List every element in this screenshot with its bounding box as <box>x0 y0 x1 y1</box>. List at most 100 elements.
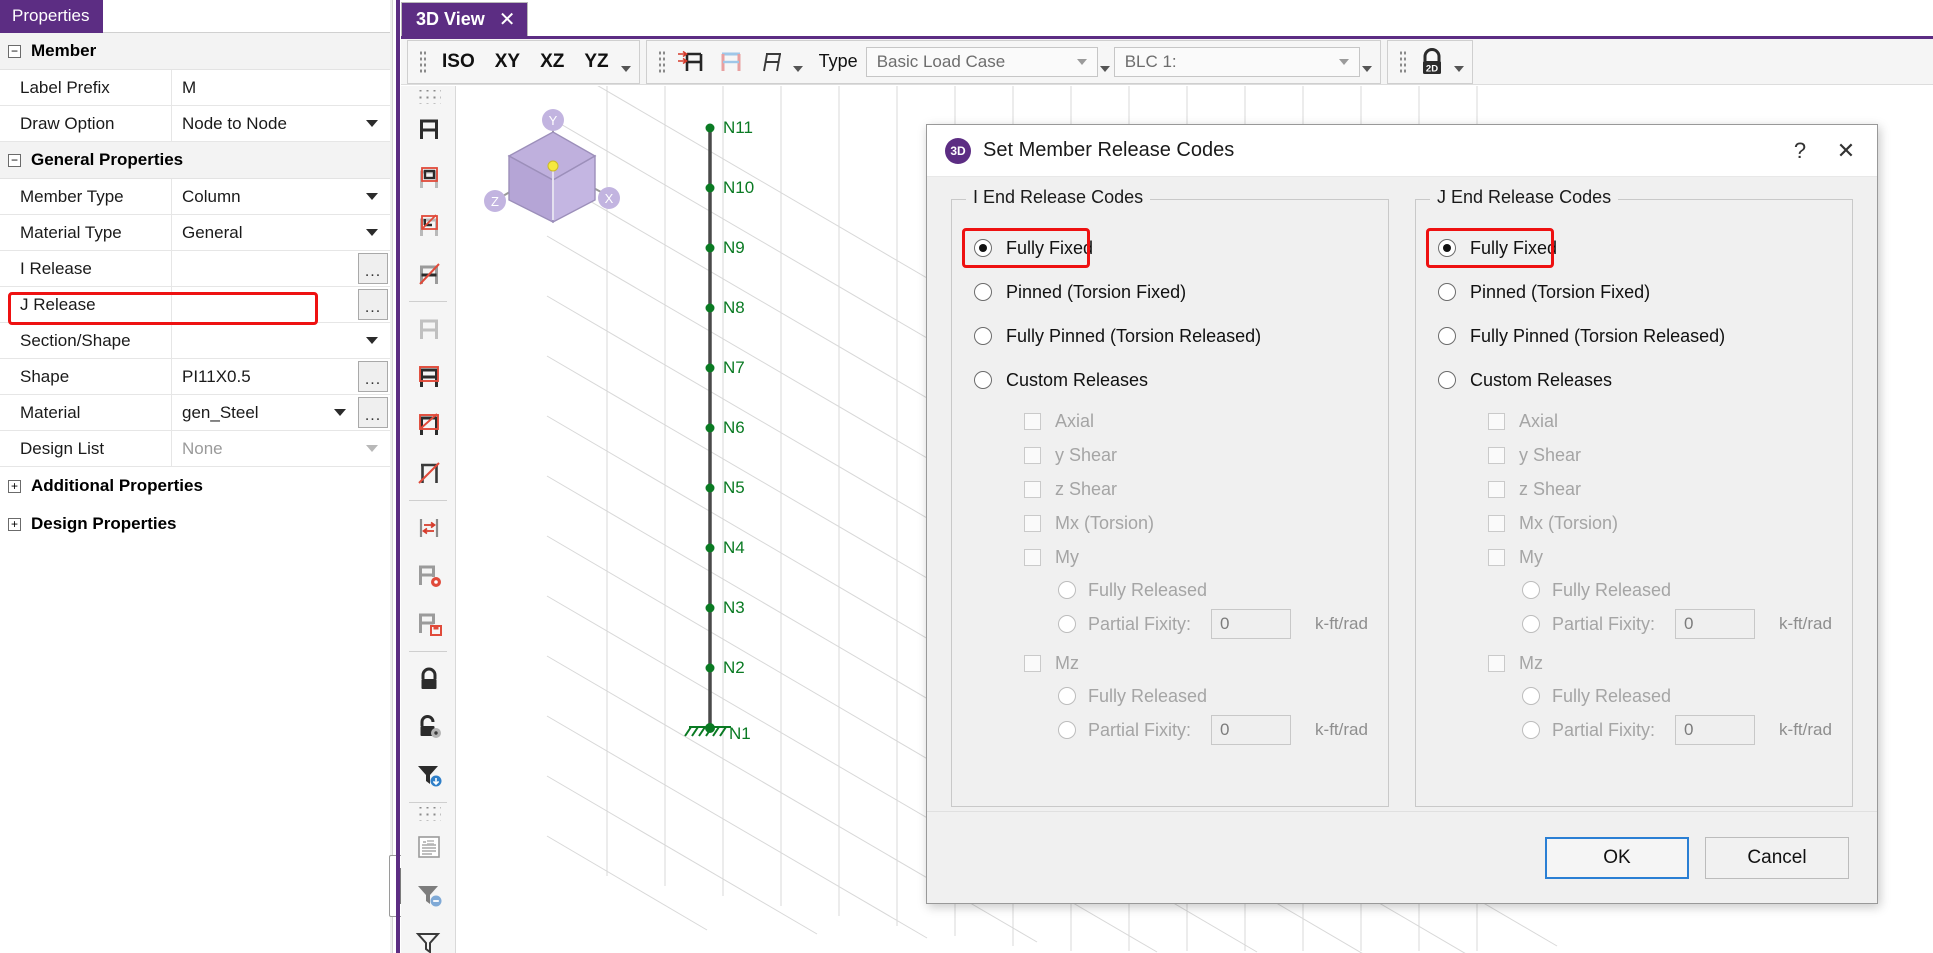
chevron-down-icon[interactable] <box>366 337 378 344</box>
radio-icon[interactable] <box>974 327 992 345</box>
collapse-icon[interactable]: − <box>8 45 21 58</box>
chevron-down-icon[interactable] <box>366 193 378 200</box>
i-end-option-custom-releases[interactable]: Custom Releases <box>952 358 1388 402</box>
overflow-chevron-icon[interactable] <box>621 66 631 72</box>
shape-ellipsis-button[interactable]: ... <box>358 361 388 392</box>
radio-icon[interactable] <box>974 239 992 257</box>
property-row-draw-option[interactable]: Draw Option Node to Node <box>0 106 390 142</box>
radio-icon[interactable] <box>974 283 992 301</box>
chevron-down-icon[interactable] <box>334 409 346 416</box>
i-release-ellipsis-button[interactable]: ... <box>358 253 388 284</box>
property-value[interactable]: General <box>172 215 390 250</box>
property-row-label-prefix[interactable]: Label Prefix M <box>0 70 390 106</box>
chevron-down-icon[interactable] <box>1339 59 1349 65</box>
j-release-ellipsis-button[interactable]: ... <box>358 289 388 320</box>
load-highlight-icon[interactable] <box>714 45 748 79</box>
load-italic-icon[interactable] <box>754 45 788 79</box>
property-value[interactable]: Column <box>172 179 390 214</box>
checkbox-icon <box>1488 481 1505 498</box>
property-value[interactable]: gen_Steel <box>172 395 358 430</box>
load-options-chevron-icon[interactable] <box>793 66 803 72</box>
member-slash-icon[interactable] <box>401 449 456 497</box>
material-ellipsis-button[interactable]: ... <box>358 397 388 428</box>
property-row-material-type[interactable]: Material Type General <box>0 215 390 251</box>
j-end-option-fully-pinned[interactable]: Fully Pinned (Torsion Released) <box>1416 314 1852 358</box>
help-icon[interactable]: ? <box>1777 129 1823 173</box>
drag-handle-icon[interactable] <box>415 90 441 104</box>
i-end-option-pinned-torsion-fixed[interactable]: Pinned (Torsion Fixed) <box>952 270 1388 314</box>
unlock-view-icon[interactable] <box>401 703 456 751</box>
property-value[interactable] <box>172 323 390 358</box>
property-row-material[interactable]: Material gen_Steel ... <box>0 395 390 431</box>
group-header-general-properties[interactable]: − General Properties <box>0 142 390 179</box>
member-boxed-icon[interactable] <box>401 353 456 401</box>
lock-overflow-chevron-icon[interactable] <box>1454 66 1464 72</box>
filter-add-icon[interactable] <box>401 751 456 799</box>
property-row-i-release[interactable]: I Release ... <box>0 251 390 287</box>
property-value[interactable] <box>172 251 358 286</box>
filter-remove-icon[interactable] <box>401 871 456 919</box>
member-render-icon[interactable] <box>401 106 456 154</box>
expand-icon[interactable]: + <box>8 480 21 493</box>
cancel-button[interactable]: Cancel <box>1705 837 1849 879</box>
collapse-icon[interactable]: − <box>8 154 21 167</box>
member-boxed-edit-icon[interactable] <box>401 401 456 449</box>
tab-properties[interactable]: Properties <box>0 0 103 33</box>
expand-icon[interactable]: + <box>8 518 21 531</box>
member-dimension-icon[interactable] <box>401 504 456 552</box>
report-icon[interactable] <box>401 823 456 871</box>
chevron-down-icon[interactable] <box>1077 59 1087 65</box>
close-icon[interactable]: ✕ <box>1823 129 1869 173</box>
view-iso-button[interactable]: ISO <box>432 47 485 77</box>
member-save-icon[interactable] <box>401 600 456 648</box>
member-hide-icon[interactable] <box>401 250 456 298</box>
member-section-icon[interactable] <box>401 154 456 202</box>
radio-icon[interactable] <box>1438 327 1456 345</box>
dialog-titlebar[interactable]: 3D Set Member Release Codes ? ✕ <box>927 125 1877 177</box>
group-header-design-properties[interactable]: + Design Properties <box>0 505 390 543</box>
property-value[interactable] <box>172 287 358 322</box>
property-row-shape[interactable]: Shape PI11X0.5 ... <box>0 359 390 395</box>
property-row-member-type[interactable]: Member Type Column <box>0 179 390 215</box>
property-value[interactable]: PI11X0.5 <box>172 359 358 394</box>
member-gray-icon[interactable] <box>401 305 456 353</box>
drag-handle-icon[interactable] <box>415 807 441 821</box>
load-case-combobox[interactable]: BLC 1: <box>1114 47 1360 77</box>
chevron-down-icon[interactable] <box>366 229 378 236</box>
drag-handle-icon[interactable] <box>657 49 665 75</box>
view-yz-button[interactable]: YZ <box>574 47 618 77</box>
j-end-option-custom-releases[interactable]: Custom Releases <box>1416 358 1852 402</box>
radio-icon[interactable] <box>1438 283 1456 301</box>
lock-2d-button[interactable]: 2D <box>1412 43 1452 81</box>
member-edit-icon[interactable] <box>401 202 456 250</box>
group-header-member[interactable]: − Member <box>0 33 390 70</box>
radio-icon[interactable] <box>974 371 992 389</box>
chevron-down-icon[interactable] <box>366 120 378 127</box>
radio-icon[interactable] <box>1438 239 1456 257</box>
drag-handle-icon[interactable] <box>418 49 426 75</box>
type-overflow-chevron-icon[interactable] <box>1100 66 1110 72</box>
apply-load-icon[interactable] <box>674 45 708 79</box>
property-row-j-release[interactable]: J Release ... <box>0 287 390 323</box>
radio-icon[interactable] <box>1438 371 1456 389</box>
navigation-cube[interactable]: Y X Z <box>477 104 627 239</box>
j-end-option-fully-fixed[interactable]: Fully Fixed <box>1416 226 1852 270</box>
case-overflow-chevron-icon[interactable] <box>1362 66 1372 72</box>
lock-icon[interactable] <box>401 655 456 703</box>
member-settings-icon[interactable] <box>401 552 456 600</box>
property-value[interactable]: Node to Node <box>172 106 390 141</box>
filter-icon[interactable] <box>401 919 456 953</box>
view-xz-button[interactable]: XZ <box>530 47 574 77</box>
property-row-section-shape[interactable]: Section/Shape <box>0 323 390 359</box>
ok-button[interactable]: OK <box>1545 837 1689 879</box>
property-value[interactable]: M <box>172 70 390 105</box>
tab-3d-view[interactable]: 3D View ✕ <box>401 2 528 36</box>
j-end-option-pinned-torsion-fixed[interactable]: Pinned (Torsion Fixed) <box>1416 270 1852 314</box>
group-header-additional-properties[interactable]: + Additional Properties <box>0 467 390 505</box>
i-end-option-fully-pinned[interactable]: Fully Pinned (Torsion Released) <box>952 314 1388 358</box>
close-icon[interactable]: ✕ <box>499 7 516 32</box>
load-type-combobox[interactable]: Basic Load Case <box>866 47 1098 77</box>
i-end-option-fully-fixed[interactable]: Fully Fixed <box>952 226 1388 270</box>
drag-handle-icon[interactable] <box>1398 49 1406 75</box>
view-xy-button[interactable]: XY <box>485 47 530 77</box>
